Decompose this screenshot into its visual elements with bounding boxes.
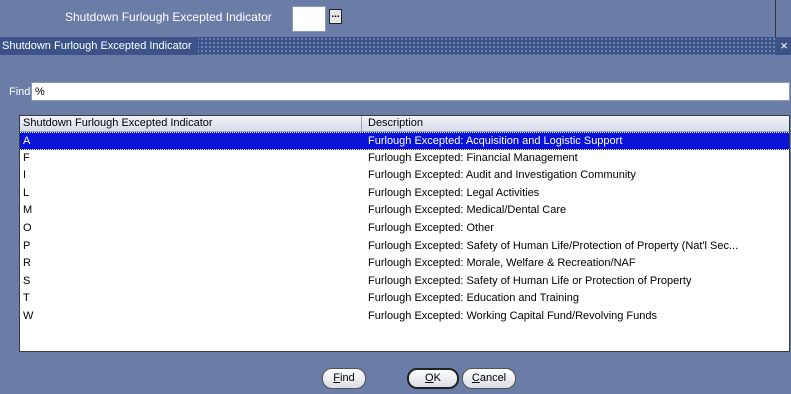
background-field-label: Shutdown Furlough Excepted Indicator <box>65 10 272 24</box>
row-code: I <box>23 169 27 182</box>
list-row[interactable]: R Furlough Excepted: Morale, Welfare & Re… <box>20 255 789 273</box>
column-header-description[interactable]: Description <box>368 116 778 131</box>
list-row[interactable]: I Furlough Excepted: Audit and Investigat… <box>20 167 789 185</box>
list-row[interactable]: P Furlough Excepted: Safety of Human Life… <box>20 238 789 256</box>
find-button-mnemonic: F <box>333 372 341 384</box>
row-code: R <box>23 257 31 270</box>
list-row[interactable]: A Furlough Excepted: Acquisition and Logi… <box>20 132 789 150</box>
ok-button[interactable]: OK <box>407 368 459 389</box>
cancel-button[interactable]: Cancel <box>462 368 516 389</box>
dialog-titlebar[interactable]: Shutdown Furlough Excepted Indicator × <box>0 37 791 55</box>
list-row[interactable]: F Furlough Excepted: Financial Management <box>20 150 789 168</box>
row-description: Furlough Excepted: Financial Management <box>368 151 578 164</box>
dialog-title: Shutdown Furlough Excepted Indicator <box>0 37 198 55</box>
find-label: Find <box>9 86 31 98</box>
ok-button-mnemonic: O <box>425 372 434 384</box>
close-icon[interactable]: × <box>777 37 791 55</box>
list-row[interactable]: T Furlough Excepted: Education and Traini… <box>20 290 789 308</box>
row-description: Furlough Excepted: Other <box>368 221 494 234</box>
find-button-label: ind <box>340 372 355 384</box>
row-code: O <box>23 221 32 234</box>
background-form-strip: Shutdown Furlough Excepted Indicator ... <box>0 0 791 37</box>
list-rows: A Furlough Excepted: Acquisition and Logi… <box>20 132 789 326</box>
list-row[interactable]: M Furlough Excepted: Medical/Dental Care <box>20 202 789 220</box>
row-description: Furlough Excepted: Working Capital Fund/… <box>368 309 658 322</box>
ok-button-label: K <box>433 372 441 384</box>
row-code: W <box>23 309 34 322</box>
find-input[interactable] <box>31 82 790 101</box>
row-code: M <box>23 204 33 217</box>
background-indicator-field[interactable] <box>292 6 326 32</box>
list-row[interactable]: S Furlough Excepted: Safety of Human Life… <box>20 273 789 291</box>
list-of-values-button[interactable]: ... <box>329 9 342 24</box>
row-code: A <box>23 135 31 147</box>
row-code: T <box>23 292 30 305</box>
list-row[interactable]: O Furlough Excepted: Other <box>20 220 789 238</box>
background-divider <box>775 0 776 37</box>
list-row[interactable]: W Furlough Excepted: Working Capital Fund… <box>20 308 789 326</box>
list-header: Shutdown Furlough Excepted Indicator Des… <box>20 116 789 132</box>
row-description: Furlough Excepted: Safety of Human Life/… <box>368 239 739 252</box>
row-code: S <box>23 274 31 287</box>
row-code: L <box>23 186 30 199</box>
row-description: Furlough Excepted: Legal Activities <box>368 186 540 199</box>
cancel-button-label: ancel <box>479 372 507 384</box>
find-button[interactable]: Find <box>322 368 366 389</box>
results-list[interactable]: Shutdown Furlough Excepted Indicator Des… <box>19 115 790 352</box>
row-description: Furlough Excepted: Morale, Welfare & Rec… <box>368 257 636 270</box>
cancel-button-mnemonic: C <box>471 372 480 384</box>
row-code: F <box>23 151 30 164</box>
row-code: P <box>23 239 31 252</box>
column-header-indicator[interactable]: Shutdown Furlough Excepted Indicator <box>23 116 362 131</box>
row-description: Furlough Excepted: Audit and Investigati… <box>368 169 636 182</box>
row-description: Furlough Excepted: Acquisition and Logis… <box>368 135 623 147</box>
row-description: Furlough Excepted: Safety of Human Life … <box>368 274 692 287</box>
list-row[interactable]: L Furlough Excepted: Legal Activities <box>20 185 789 203</box>
row-description: Furlough Excepted: Medical/Dental Care <box>368 204 567 217</box>
lov-dialog: Find Shutdown Furlough Excepted Indicato… <box>0 55 791 394</box>
row-description: Furlough Excepted: Education and Trainin… <box>368 292 579 305</box>
